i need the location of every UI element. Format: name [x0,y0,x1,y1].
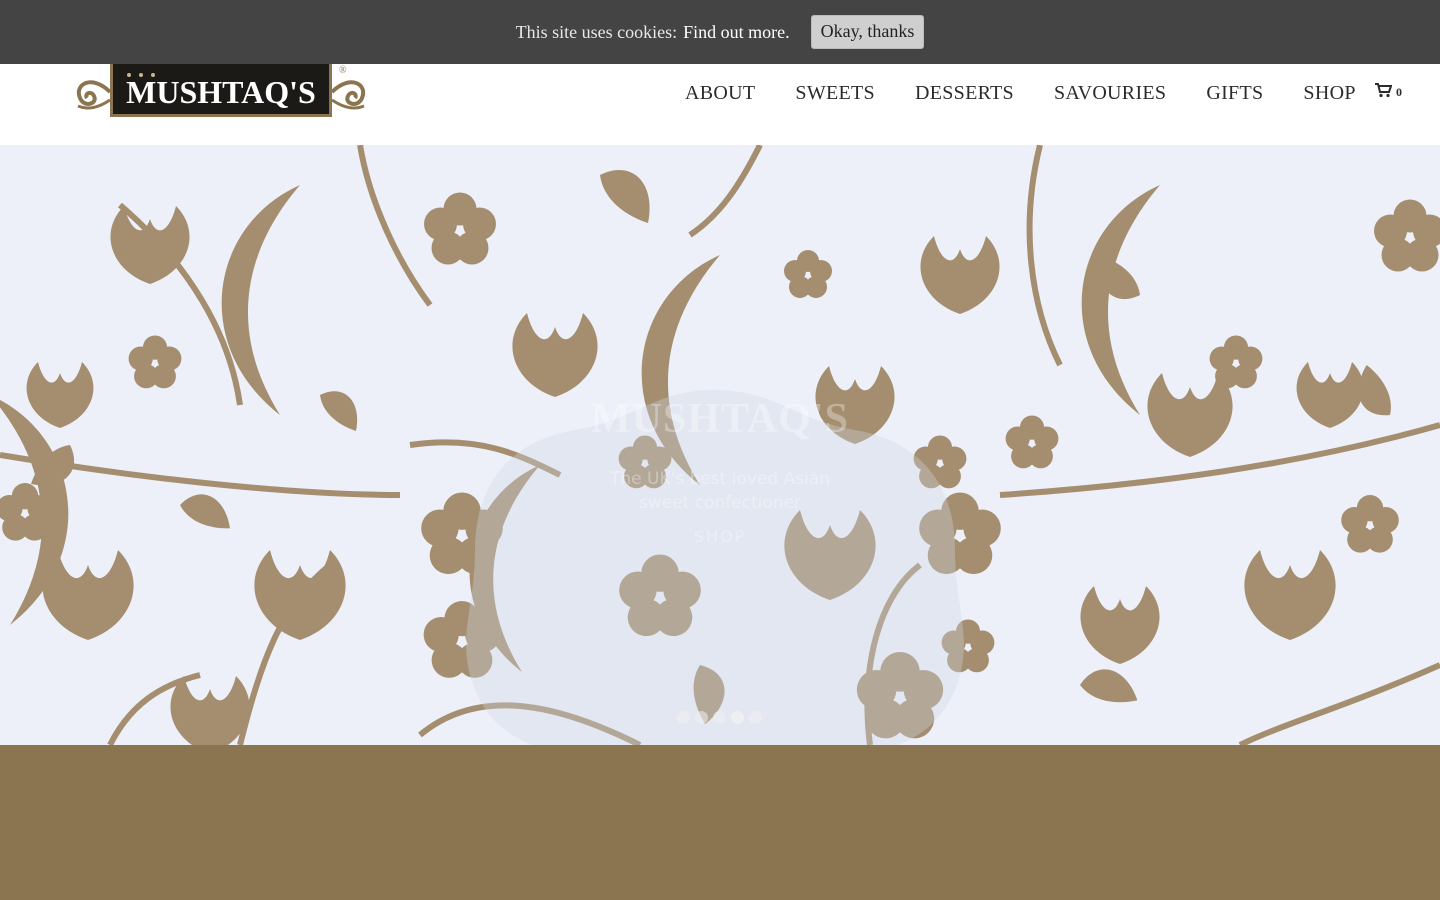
nav-about[interactable]: ABOUT [685,82,755,105]
cart-count: 0 [1396,85,1402,99]
logo-wordmark: MUSHTAQ'S [126,74,316,110]
hero-tagline: The UK's best loved Asian sweet confecti… [610,469,830,513]
carousel-pagination [677,711,767,724]
hero-brand: MUSHTAQ'S [591,396,849,442]
nav-shop[interactable]: SHOP [1303,82,1355,105]
cookie-find-out-more-link[interactable]: Find out more. [683,22,790,43]
registered-mark: ® [339,65,347,76]
carousel-dot-5[interactable] [749,711,762,724]
carousel-dot-1[interactable] [677,711,690,724]
hero-shop-button[interactable]: SHOP [660,527,780,546]
main-nav: ABOUT SWEETS DESSERTS SAVOURIES GIFTS SH… [665,82,1376,105]
cart-link[interactable]: 0 [1374,82,1402,103]
nav-savouries[interactable]: SAVOURIES [1054,82,1166,105]
cookie-accept-button[interactable]: Okay, thanks [810,15,925,49]
site-header: MUSHTAQ'S ® ABOUT SWEETS DESSERTS SAVOUR… [0,64,1440,145]
site-logo[interactable]: MUSHTAQ'S ® [72,64,370,118]
carousel-dot-2[interactable] [695,711,708,724]
content-band [0,745,1440,900]
nav-sweets[interactable]: SWEETS [795,82,875,105]
nav-gifts[interactable]: GIFTS [1206,82,1263,105]
carousel-dot-4[interactable] [731,711,744,724]
nav-desserts[interactable]: DESSERTS [915,82,1014,105]
hero-carousel: MUSHTAQ'S The UK's best loved Asian swee… [0,145,1440,745]
shopping-cart-icon [1374,82,1393,103]
cookie-message: This site uses cookies: [515,21,678,42]
carousel-dot-3[interactable] [713,711,726,724]
cookie-banner: This site uses cookies: Find out more. O… [0,0,1440,64]
